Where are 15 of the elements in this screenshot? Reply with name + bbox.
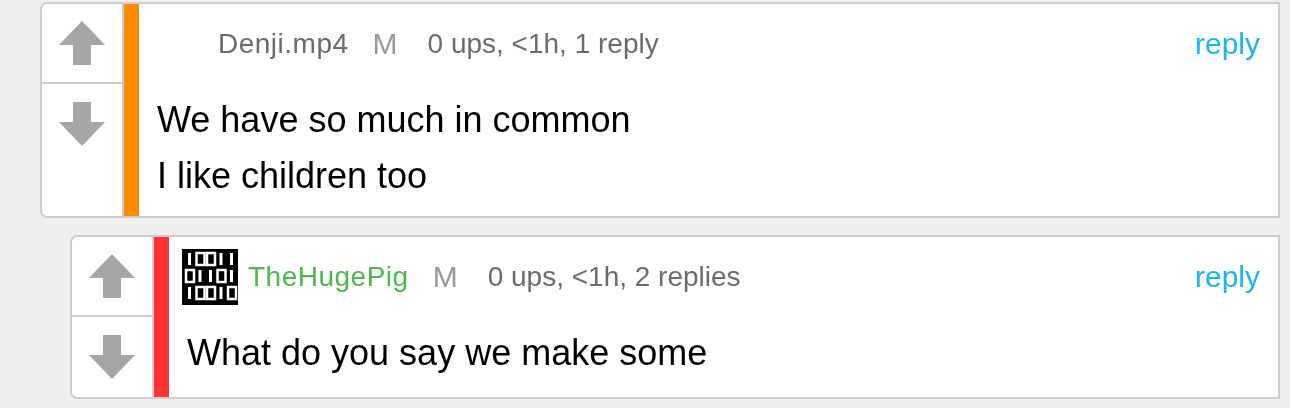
gender-label: M <box>372 27 398 61</box>
gender-label: M <box>432 260 458 294</box>
downvote-arrow-icon <box>87 333 137 381</box>
upvote-arrow-icon <box>57 19 107 67</box>
comment-text: We have so much in common I like children too <box>157 98 632 198</box>
avatar-icon[interactable] <box>182 249 238 305</box>
comment-meta: 0 ups, <1h, 2 replies <box>487 261 742 293</box>
upvote-arrow-icon <box>87 252 137 300</box>
username[interactable]: Denji.mp4 <box>218 28 349 60</box>
reply-link[interactable]: reply <box>1194 260 1260 294</box>
comment-text: What do you say we make some <box>187 331 709 375</box>
downvote-arrow-icon <box>57 100 107 148</box>
username[interactable]: TheHugePig <box>248 261 409 293</box>
reply-link[interactable]: reply <box>1194 27 1260 61</box>
comment-meta: 0 ups, <1h, 1 reply <box>427 28 660 60</box>
